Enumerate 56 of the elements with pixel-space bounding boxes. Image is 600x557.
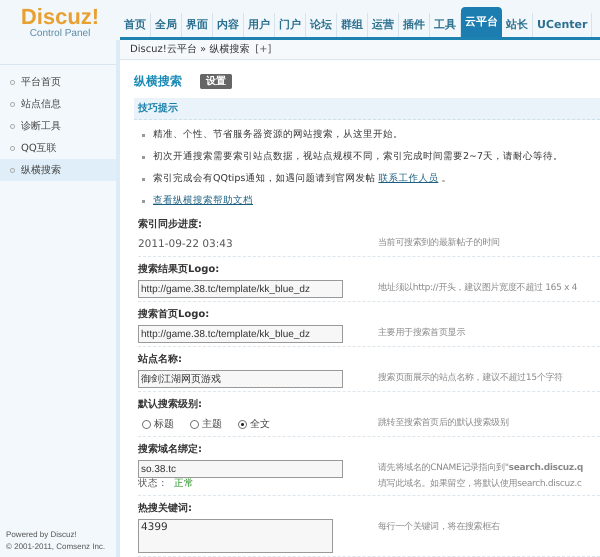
help-link[interactable]: 联系工作人员 — [378, 172, 438, 186]
logo: Discuz! — [20, 6, 100, 28]
tip-text: 初次开通搜索需要索引站点数据，视站点规模不同，索引完成时间需要2~7天，请耐心等待。 — [153, 150, 564, 164]
radio-option[interactable]: 标题 — [142, 416, 174, 432]
setting-hint: 请先将域名的CNAME记录指向到"search.discuz.q — [378, 462, 584, 475]
tip-text: 。 — [441, 172, 452, 186]
setting-label: 搜索首页Logo: — [138, 308, 210, 322]
sidebar-item[interactable]: QQ互联 — [0, 137, 116, 159]
setting-hint: 跳转至搜索首页后的默认搜索级别 — [378, 416, 509, 430]
status-value: 正常 — [174, 478, 194, 490]
setting-hint: 主要用于搜索首页显示 — [378, 326, 466, 340]
text-field[interactable]: http://game.38.tc/template/kk_blue_dz — [138, 325, 343, 343]
bullet-icon — [10, 146, 15, 150]
tip-text: 精准、个性、节省服务器资源的网站搜索，从这里开始。 — [153, 128, 403, 142]
add-shortcut-link[interactable]: [+] — [255, 42, 272, 57]
bullet-icon — [142, 156, 145, 158]
setting-hint: 当前可搜索到的最新帖子的时间 — [378, 236, 500, 250]
footer-text: Powered by Discuz! — [6, 529, 77, 541]
setting-hint: 搜索页面展示的站点名称，建议不超过15个字符 — [378, 372, 563, 385]
bullet-icon — [10, 168, 15, 172]
status-label: 状态： — [138, 478, 168, 490]
setting-label: 热搜关键词: — [138, 502, 193, 516]
setting-label: 搜索结果页Logo: — [138, 262, 220, 277]
settings-tab[interactable]: 设置 — [200, 74, 232, 88]
breadcrumb: Discuz!云平台 » 纵横搜索 — [130, 42, 250, 57]
keywords-field[interactable]: 4399 — [138, 519, 333, 553]
bullet-icon — [10, 102, 15, 106]
sidebar-item[interactable]: 平台首页 — [0, 71, 116, 93]
setting-hint: 每行一个关键词，将在搜索框右 — [378, 520, 500, 534]
bullet-icon — [142, 200, 145, 202]
tip-text: 索引完成会有QQtips通知，如遇问题请到官网发帖 — [153, 172, 376, 186]
sidebar-item[interactable]: 诊断工具 — [0, 115, 116, 137]
bullet-icon — [142, 134, 145, 136]
text-field[interactable]: 御剑江湖网页游戏 — [138, 370, 343, 388]
setting-hint: 地址须以http://开头，建议图片宽度不超过 165 x 4 — [378, 282, 578, 295]
footer-text: © 2001-2011, Comsenz Inc. — [6, 541, 106, 553]
setting-label: 搜索域名绑定: — [138, 442, 203, 457]
bullet-icon — [10, 80, 15, 84]
radio-option[interactable]: 全文 — [238, 416, 270, 432]
nav-tab[interactable]: 云平台 — [461, 7, 502, 37]
tips-title: 技巧提示 — [138, 102, 178, 116]
setting-value: 2011-09-22 03:43 — [138, 237, 234, 252]
logo-subtitle: Control Panel — [30, 28, 90, 40]
setting-label: 默认搜索级别: — [138, 398, 203, 412]
bullet-icon — [10, 124, 15, 128]
sidebar-item[interactable]: 站点信息 — [0, 93, 116, 115]
page-title: 纵横搜索 — [134, 73, 182, 90]
setting-label: 站点名称: — [138, 352, 183, 367]
text-field[interactable]: so.38.tc — [138, 460, 343, 478]
text-field[interactable]: http://game.38.tc/template/kk_blue_dz — [138, 280, 343, 298]
radio-option[interactable]: 主题 — [190, 416, 222, 432]
help-link[interactable]: 查看纵横搜索帮助文档 — [153, 194, 253, 208]
setting-hint: 填写此域名。如果留空，将默认使用search.discuz.c — [378, 478, 583, 491]
bullet-icon — [142, 178, 145, 180]
setting-label: 索引同步进度: — [138, 217, 203, 232]
sidebar-item[interactable]: 纵横搜索 — [0, 159, 116, 181]
